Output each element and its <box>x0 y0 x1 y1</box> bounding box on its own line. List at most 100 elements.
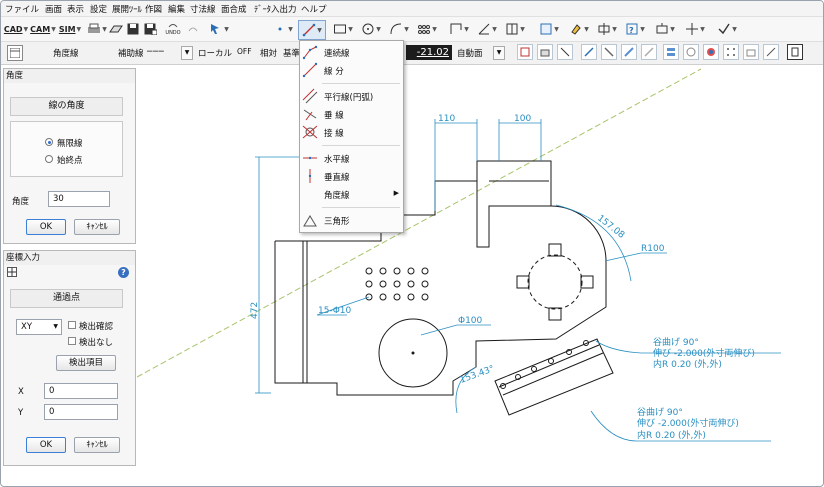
drawing-canvas[interactable]: 110 100 472 157.08 R100 15-Φ10 Φ100 153.… <box>137 65 823 485</box>
line-tool-button[interactable]: ▼ <box>298 20 326 40</box>
tangent-icon <box>302 125 318 139</box>
block-icon <box>506 23 518 35</box>
erase-pen-button[interactable] <box>641 44 657 60</box>
mirror-tool-button[interactable]: ? ▼ <box>623 20 647 38</box>
menu-item-angle-line[interactable]: 角度線 ▶ <box>300 185 403 203</box>
x-label: X <box>18 387 24 397</box>
move-icon[interactable] <box>7 267 17 277</box>
coord-system-label[interactable]: ローカル <box>198 47 232 59</box>
document-button[interactable] <box>787 44 803 60</box>
sim-label: SIM <box>58 24 76 34</box>
menu-data-io[interactable]: ﾃﾞｰﾀ入出力 <box>254 3 297 15</box>
y-coordinate-input[interactable]: 0 <box>44 404 118 420</box>
eraser-button[interactable] <box>108 20 124 38</box>
color-button[interactable] <box>703 44 719 60</box>
line-style-dropdown[interactable]: ▼ <box>181 46 193 60</box>
line-slash-button[interactable] <box>557 44 573 60</box>
angle-cancel-button[interactable]: ｷｬﾝｾﾙ <box>74 219 120 235</box>
target-button[interactable] <box>683 44 699 60</box>
holes-tool-button[interactable]: ▼ <box>415 20 439 38</box>
detect-items-button[interactable]: 検出項目 <box>56 355 116 371</box>
redo-button[interactable] <box>185 20 201 38</box>
undo-button[interactable]: UNDO <box>162 20 184 38</box>
radio-endpoint[interactable] <box>45 155 53 163</box>
menu-item-segment[interactable]: 線 分 <box>300 61 403 79</box>
menu-screen[interactable]: 画面 <box>45 3 62 15</box>
relative-toggle[interactable]: 相対 <box>260 47 277 59</box>
svg-text:?: ? <box>629 26 634 35</box>
arc-tool-button[interactable]: ▼ <box>387 20 411 38</box>
base-toggle[interactable]: 基準 <box>283 47 300 59</box>
angle-label: 角度 <box>12 197 30 207</box>
pencil-icon <box>604 47 614 57</box>
plane-dropdown[interactable]: ▼ <box>493 46 505 60</box>
save-as-button[interactable] <box>142 20 158 38</box>
note2-line1: 谷曲げ 90° <box>637 407 683 418</box>
dimension-tool-button[interactable]: ▼ <box>447 20 471 38</box>
menu-merge[interactable]: 面合成 <box>221 3 247 15</box>
print-button[interactable]: ▼ <box>87 20 107 38</box>
pen-alt-button[interactable] <box>601 44 617 60</box>
angle-options-group: 無限線 始終点 <box>10 121 123 177</box>
bend-tool-button[interactable]: ▼ <box>537 20 561 38</box>
arc-icon <box>390 23 402 35</box>
print-preview-button[interactable] <box>537 44 553 60</box>
pen-button[interactable] <box>581 44 597 60</box>
dots-button[interactable] <box>723 44 739 60</box>
menu-item-polyline[interactable]: 連続線 <box>300 43 403 61</box>
menu-item-vertical[interactable]: 垂直線 <box>300 167 403 185</box>
marker-button[interactable] <box>621 44 637 60</box>
split-tool-button[interactable]: ▼ <box>595 20 619 38</box>
help-icon[interactable]: ? <box>118 267 129 278</box>
grid-view-button[interactable] <box>7 45 23 61</box>
menu-draw[interactable]: 作図 <box>145 3 162 15</box>
cross-icon <box>686 23 699 35</box>
sim-button[interactable]: SIM ▼ <box>58 20 82 38</box>
coord-panel: 座標入力 ? 通過点 XY ▼ 検出確認 検出なし 検出項目 X 0 Y 0 O… <box>3 250 136 466</box>
view-fit-button[interactable] <box>517 44 533 60</box>
menu-file[interactable]: ファイル <box>5 3 39 15</box>
menu-help[interactable]: ヘルプ <box>301 3 327 15</box>
block-tool-button[interactable]: ▼ <box>503 20 527 38</box>
menu-item-triangle[interactable]: 三角形 <box>300 211 403 229</box>
menu-view[interactable]: 表示 <box>67 3 84 15</box>
rect-tool-button[interactable]: ▼ <box>331 20 355 38</box>
snap-state-label[interactable]: OFF <box>237 47 252 56</box>
cam-button[interactable]: CAM ▼ <box>30 20 56 38</box>
coord-mode-select[interactable]: XY ▼ <box>16 319 62 335</box>
circle-tool-button[interactable]: ▼ <box>359 20 383 38</box>
radio-infinite[interactable] <box>45 138 53 146</box>
coord-ok-button[interactable]: OK <box>26 437 66 453</box>
snap-button[interactable] <box>763 44 779 60</box>
check-tool-button[interactable]: ▼ <box>715 20 739 38</box>
dimension-value-field[interactable]: -21.02 <box>406 45 452 60</box>
menu-dimension[interactable]: 寸法線 <box>190 3 216 15</box>
layer-button[interactable] <box>743 44 759 60</box>
menu-item-horizontal[interactable]: 水平線 <box>300 149 403 167</box>
dim-100-label: 100 <box>514 114 531 124</box>
cross-tool-button[interactable]: ▼ <box>683 20 707 38</box>
paint-icon <box>571 24 581 35</box>
angle-value-input[interactable]: 30 <box>48 191 110 207</box>
check-none-checkbox[interactable] <box>68 337 76 345</box>
save-button[interactable] <box>125 20 141 38</box>
menu-edit[interactable]: 編集 <box>168 3 185 15</box>
menu-item-parallel[interactable]: 平行線(円弧) <box>300 87 403 105</box>
menu-item-perpendicular[interactable]: 垂 線 <box>300 105 403 123</box>
angle-dim-button[interactable]: ▼ <box>475 20 499 38</box>
coord-cancel-button[interactable]: ｷｬﾝｾﾙ <box>74 437 120 453</box>
point-button[interactable]: ▼ <box>271 20 295 38</box>
x-coordinate-input[interactable]: 0 <box>44 383 118 399</box>
menu-settings[interactable]: 設定 <box>90 3 107 15</box>
check-confirm-checkbox[interactable] <box>68 321 76 329</box>
angle-ok-button[interactable]: OK <box>26 219 66 235</box>
menu-unfold[interactable]: 展開ﾂｰﾙ <box>112 3 142 15</box>
select-button[interactable]: ▼ <box>207 20 231 38</box>
cad-button[interactable]: CAD ▼ <box>4 20 28 38</box>
paint-tool-button[interactable]: ▼ <box>567 20 591 38</box>
region-tool-button[interactable]: ▼ <box>653 20 677 38</box>
menu-item-tangent[interactable]: 接 線 <box>300 123 403 141</box>
align-button[interactable] <box>663 44 679 60</box>
plane-label: 自動面 <box>457 49 483 59</box>
hole-pattern-icon <box>418 25 431 34</box>
